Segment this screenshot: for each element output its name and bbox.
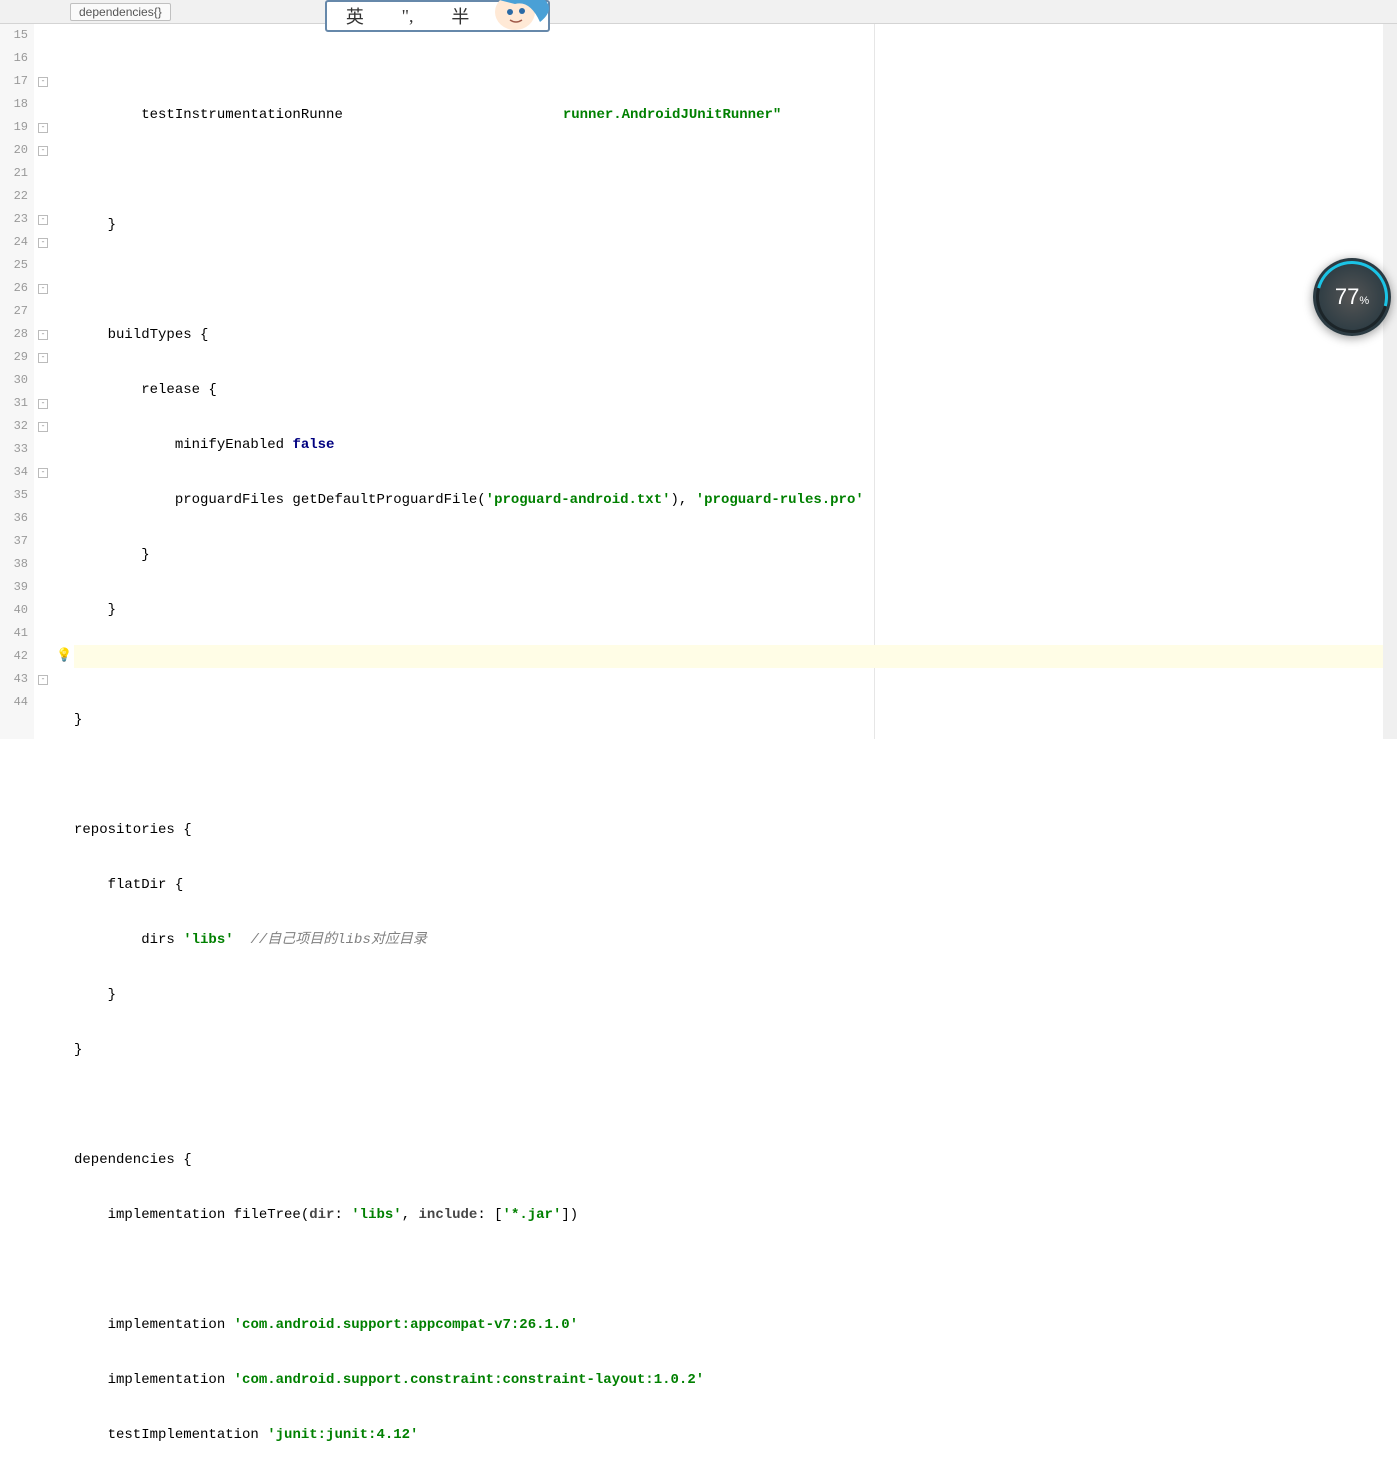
line-number: 26	[0, 277, 34, 300]
fold-column[interactable]: - - - - - - - - - - - -	[34, 24, 54, 739]
line-number: 43	[0, 668, 34, 691]
ime-skin-decoration	[480, 0, 560, 32]
fold-marker-icon[interactable]: -	[38, 330, 48, 340]
line-number: 39	[0, 576, 34, 599]
line-number: 30	[0, 369, 34, 392]
line-number: 32	[0, 415, 34, 438]
code-area[interactable]: testInstrumentationRunnerunner.AndroidJU…	[74, 24, 1383, 739]
line-number: 35	[0, 484, 34, 507]
fold-marker-icon[interactable]: -	[38, 215, 48, 225]
line-number: 44	[0, 691, 34, 714]
cpu-monitor-widget[interactable]: 77%	[1313, 258, 1391, 336]
line-number: 18	[0, 93, 34, 116]
scrollbar[interactable]	[1383, 24, 1397, 739]
line-number: 24	[0, 231, 34, 254]
line-number: 27	[0, 300, 34, 323]
line-number: 36	[0, 507, 34, 530]
line-number: 31	[0, 392, 34, 415]
line-number: 33	[0, 438, 34, 461]
fold-marker-icon[interactable]: -	[38, 77, 48, 87]
fold-marker-icon[interactable]: -	[38, 399, 48, 409]
fold-marker-icon[interactable]: -	[38, 146, 48, 156]
line-number: 38	[0, 553, 34, 576]
ime-lang-indicator[interactable]: 英	[346, 3, 364, 29]
line-number: 37	[0, 530, 34, 553]
line-number: 28	[0, 323, 34, 346]
editor: 15 16 17 18 19 20 21 22 23 24 25 26 27 2…	[0, 24, 1397, 739]
line-number: 22	[0, 185, 34, 208]
hint-column: 💡	[54, 24, 74, 739]
line-number: 40	[0, 599, 34, 622]
fold-marker-icon[interactable]: -	[38, 353, 48, 363]
line-number: 15	[0, 24, 34, 47]
line-number: 17	[0, 70, 34, 93]
lightbulb-icon[interactable]: 💡	[56, 648, 72, 663]
line-number: 20	[0, 139, 34, 162]
line-number: 34	[0, 461, 34, 484]
fold-marker-icon[interactable]: -	[38, 422, 48, 432]
ime-width-indicator[interactable]: 半	[451, 3, 469, 29]
line-number: 42	[0, 645, 34, 668]
fold-marker-icon[interactable]: -	[38, 284, 48, 294]
fold-marker-icon[interactable]: -	[38, 123, 48, 133]
line-number: 41	[0, 622, 34, 645]
line-number: 21	[0, 162, 34, 185]
line-number: 16	[0, 47, 34, 70]
breadcrumb-item[interactable]: dependencies{}	[70, 3, 171, 21]
fold-marker-icon[interactable]: -	[38, 468, 48, 478]
fold-marker-icon[interactable]: -	[38, 238, 48, 248]
fold-marker-icon[interactable]: -	[38, 675, 48, 685]
line-number-gutter[interactable]: 15 16 17 18 19 20 21 22 23 24 25 26 27 2…	[0, 24, 34, 739]
line-number: 25	[0, 254, 34, 277]
line-number: 23	[0, 208, 34, 231]
breadcrumb-bar: dependencies{}	[0, 0, 1397, 24]
ime-punct-indicator[interactable]: ",	[402, 6, 414, 27]
line-number: 19	[0, 116, 34, 139]
line-number: 29	[0, 346, 34, 369]
